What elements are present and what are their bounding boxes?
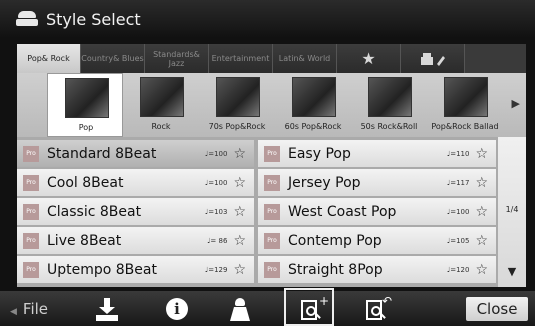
bottom-bar: ◀ File i + ↶ Close	[0, 291, 535, 326]
favorite-star-icon[interactable]: ☆	[475, 233, 488, 249]
close-button[interactable]: Close	[466, 297, 528, 321]
style-row-contemp-pop[interactable]: Pro Contemp Pop ♩=105 ☆	[258, 227, 496, 254]
style-row-easy-pop[interactable]: Pro Easy Pop ♩=110 ☆	[258, 140, 496, 167]
pro-badge: Pro	[264, 232, 280, 249]
subcategory-strip: Pop Rock 70s Pop&Rock 60s Pop&Rock 50s R…	[17, 73, 526, 137]
pro-badge: Pro	[264, 145, 280, 162]
ballad-thumbnail	[444, 77, 488, 117]
style-recommender-icon[interactable]	[226, 298, 256, 322]
style-row-classic-8beat[interactable]: Pro Classic 8Beat ♩=103 ☆	[17, 198, 254, 225]
tab-entertainment[interactable]: Entertainment	[209, 44, 273, 73]
style-row-jersey-pop[interactable]: Pro Jersey Pop ♩=117 ☆	[258, 169, 496, 196]
pro-badge: Pro	[23, 232, 39, 249]
style-row-cool-8beat[interactable]: Pro Cool 8Beat ♩=100 ☆	[17, 169, 254, 196]
rock-thumbnail	[140, 77, 184, 117]
style-list: Pro Standard 8Beat ♩=100 ☆ Pro Cool 8Bea…	[17, 137, 526, 287]
style-row-west-coast-pop[interactable]: Pro West Coast Pop ♩=100 ☆	[258, 198, 496, 225]
pro-badge: Pro	[23, 174, 39, 191]
tab-latin-world[interactable]: Latin& World	[273, 44, 337, 73]
pro-badge: Pro	[264, 261, 280, 278]
favorite-star-icon[interactable]: ☆	[475, 175, 488, 191]
page-title: Style Select	[46, 9, 141, 29]
user-edit-icon	[420, 52, 445, 66]
subcategory-70s-pop-rock[interactable]: 70s Pop&Rock	[199, 73, 275, 137]
star-icon: ★	[361, 49, 376, 68]
50s-thumbnail	[368, 77, 412, 117]
style-row-uptempo-8beat[interactable]: Pro Uptempo 8Beat ♩=129 ☆	[17, 256, 254, 283]
pop-thumbnail	[65, 78, 109, 118]
download-icon[interactable]	[93, 298, 123, 322]
tab-pop-rock[interactable]: Pop& Rock	[17, 44, 81, 73]
favorite-star-icon[interactable]: ☆	[233, 262, 246, 278]
file-button[interactable]: ◀ File	[10, 300, 48, 318]
favorite-star-icon[interactable]: ☆	[233, 175, 246, 191]
tab-standards-jazz[interactable]: Standards& Jazz	[145, 44, 209, 73]
info-icon: i	[166, 298, 188, 320]
page-indicator: 1/4	[505, 205, 519, 214]
page-scroller[interactable]: 1/4 ▼	[498, 137, 526, 287]
favorite-star-icon[interactable]: ☆	[233, 146, 246, 162]
pro-badge: Pro	[264, 174, 280, 191]
60s-thumbnail	[292, 77, 336, 117]
style-row-live-8beat[interactable]: Pro Live 8Beat ♩= 86 ☆	[17, 227, 254, 254]
pro-badge: Pro	[264, 203, 280, 220]
page-down-icon[interactable]: ▼	[498, 265, 526, 278]
next-arrow-icon[interactable]: ▶	[512, 97, 520, 110]
style-row-straight-8pop[interactable]: Pro Straight 8Pop ♩=120 ☆	[258, 256, 496, 283]
style-select-screen: Style Select Pop& Rock Country& Blues St…	[0, 0, 535, 326]
highlight-frame	[284, 288, 334, 326]
subcategory-50s-rock-roll[interactable]: 50s Rock&Roll	[351, 73, 427, 137]
info-button[interactable]: i	[166, 298, 196, 322]
style-row-standard-8beat[interactable]: Pro Standard 8Beat ♩=100 ☆	[17, 140, 254, 167]
favorite-star-icon[interactable]: ☆	[233, 233, 246, 249]
pro-badge: Pro	[23, 145, 39, 162]
subcategory-pop[interactable]: Pop	[47, 73, 123, 137]
70s-thumbnail	[216, 77, 260, 117]
pro-badge: Pro	[23, 203, 39, 220]
tab-favorite[interactable]: ★	[337, 44, 401, 73]
favorite-star-icon[interactable]: ☆	[475, 146, 488, 162]
subcategory-rock[interactable]: Rock	[123, 73, 199, 137]
search-back-icon[interactable]: ↶	[360, 294, 392, 322]
file-arrow-icon: ◀	[10, 307, 17, 317]
tab-user[interactable]	[401, 44, 465, 73]
category-tabs: Pop& Rock Country& Blues Standards& Jazz…	[17, 44, 526, 73]
favorite-star-icon[interactable]: ☆	[475, 204, 488, 220]
subcategory-pop-rock-ballad[interactable]: Pop&Rock Ballad	[427, 73, 503, 137]
title-bar: Style Select	[0, 0, 535, 38]
favorite-star-icon[interactable]: ☆	[475, 262, 488, 278]
keyboard-icon	[16, 11, 38, 27]
favorite-star-icon[interactable]: ☆	[233, 204, 246, 220]
subcategory-60s-pop-rock[interactable]: 60s Pop&Rock	[275, 73, 351, 137]
tab-country-blues[interactable]: Country& Blues	[81, 44, 145, 73]
pro-badge: Pro	[23, 261, 39, 278]
